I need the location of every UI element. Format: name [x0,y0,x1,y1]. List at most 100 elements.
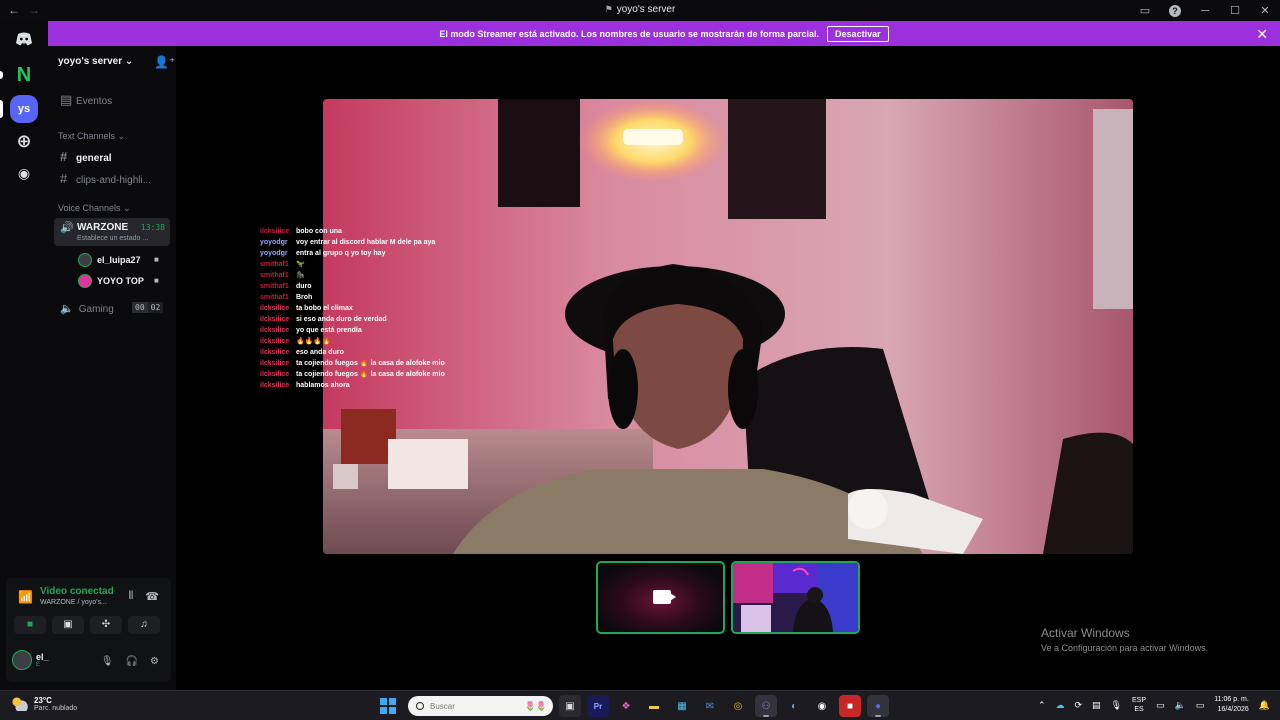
weather-widget[interactable]: 23°C Parc. nublado [12,696,77,712]
start-button[interactable] [380,698,396,714]
windows-activation-watermark: Activar Windows Ve a Configuración para … [1041,626,1208,653]
channel-general-label: general [76,153,112,164]
chat-message: yo que está prendía [296,327,362,334]
discord-home-icon[interactable] [10,25,38,53]
premiere-icon[interactable]: Pr [587,695,609,717]
close-window-button[interactable]: ✕ [1250,4,1280,17]
inbox-icon[interactable]: ▭ [1130,4,1160,17]
keyboard-layout: ES [1134,706,1144,713]
chat-message: 🦍 [296,272,305,279]
speaker-icon: 🔈 [60,303,74,315]
discover-icon[interactable]: ◉ [10,159,38,187]
server-icon-nb[interactable]: N [10,61,38,89]
watermark-title: Activar Windows [1041,626,1130,640]
voice-member[interactable]: el_luipa27 ■ [78,253,159,267]
obs-icon[interactable]: ◉ [811,695,833,717]
selected-pill [0,100,3,118]
server-name-header[interactable]: yoyo's server ⌄ [58,56,133,67]
maximize-button[interactable]: ☐ [1220,4,1250,17]
network-icon[interactable]: ▤ [1092,700,1101,711]
settings-gear-icon[interactable]: ⚙ [150,656,159,667]
avatar [78,253,92,267]
avatar [78,274,92,288]
chat-line: smithaf1 🦖 [260,259,445,270]
discord-taskbar-icon[interactable]: ● [867,695,889,717]
store-icon[interactable]: ▦ [671,695,693,717]
help-button[interactable]: ? [1160,4,1190,17]
server-icon-yoyo[interactable]: ys [10,95,38,123]
add-server-icon[interactable]: ⊕ [10,127,38,155]
voice-timer: 13:38 [140,223,165,232]
banner-close-icon[interactable]: ✕ [1256,26,1268,43]
screen-share-button[interactable]: ▣ [52,616,84,634]
chat-message: ta bobo el climax [296,305,353,312]
taskbar-search[interactable]: Buscar 🌷🌷 [408,696,553,716]
speaker-icon: 🔊 [60,222,74,234]
invite-people-icon[interactable]: 👤⁺ [154,55,175,69]
voice-channel-gaming[interactable]: 🔈 Gaming 00 02 [60,302,164,315]
banner-text: El modo Streamer está activado. Los nomb… [439,28,820,39]
events-item[interactable]: ▤ Eventos [60,92,112,108]
deactivate-button[interactable]: Desactivar [827,25,889,42]
stream-chat-overlay: ilcksilice bobo con una yoyodgr voy entrar… [260,226,445,391]
user-limit: 02 [147,302,164,313]
chat-user: ilcksilice [260,371,290,378]
signal-icon: 📶 [18,590,33,604]
task-view-icon[interactable]: ▣ [559,695,581,717]
category-voice-channels[interactable]: Voice Channels ⌄ [58,203,131,214]
copilot-icon[interactable]: ❖ [615,695,637,717]
microphone-tray-icon[interactable]: 🎙 [1111,700,1122,711]
noise-suppression-icon[interactable]: ⦀ [128,590,133,603]
hash-icon: # [60,149,68,164]
events-label: Eventos [76,96,113,107]
chat-line: ilcksilice si eso anda duro de verdad [260,314,445,325]
soundboard-button[interactable]: ♫ [128,616,160,634]
user-panel[interactable]: el_ E [12,650,49,670]
chat-line: ilcksilice eso anda duro [260,347,445,358]
window-title-text: yoyo's server [616,4,676,15]
chat-message: bobo con una [296,228,342,235]
teams-icon[interactable]: ⚇ [755,695,777,717]
voice-channel-warzone[interactable]: 🔊 WARZONE 13:38 Establece un estado ... [54,218,170,246]
battery-icon[interactable]: ▭ [1196,700,1205,711]
search-placeholder: Buscar [430,701,455,711]
category-text-channels[interactable]: Text Channels ⌄ [58,131,125,142]
channel-general[interactable]: # general [60,149,112,164]
video-stage: ilcksilice bobo con una yoyodgr voy entrar… [176,46,1280,690]
participant-tile-camera-off[interactable] [596,561,725,634]
participant-tile-video[interactable] [731,561,860,634]
onedrive-icon[interactable]: ☁ [1056,700,1065,711]
volume-icon[interactable]: 🔈 [1175,700,1186,711]
chevron-up-icon[interactable]: ⌃ [1038,700,1046,711]
member-name: el_luipa27 [97,255,141,265]
activities-button[interactable]: ✣ [90,616,122,634]
voice-status-subtitle[interactable]: WARZONE / yoyo's... [40,599,107,606]
record-icon[interactable]: ■ [839,695,861,717]
camera-button[interactable]: ■ [14,616,46,634]
headphones-icon[interactable]: 🎧 [126,656,138,667]
edge-icon[interactable]: ◐ [783,695,805,717]
chrome-icon[interactable]: ◎ [727,695,749,717]
clock[interactable]: 11:06 p. m. 16/4/2026 [1214,695,1249,715]
channel-clips[interactable]: # clips-and-highli... [60,171,151,186]
server-icon: ⚑ [604,4,613,14]
display-icon[interactable]: ▭ [1156,700,1165,711]
chat-line: ilcksilice bobo con una [260,226,445,237]
chat-user: smithaf1 [260,283,289,290]
chat-user: ilcksilice [260,338,290,345]
notifications-icon[interactable]: 🔔 [1259,700,1270,711]
user-status: E [36,662,41,668]
microphone-icon[interactable]: 🎙 [101,656,114,667]
mail-icon[interactable]: ✉ [699,695,721,717]
sync-icon[interactable]: ⟳ [1075,700,1083,711]
voice-status-title: Video conectad [40,586,114,597]
minimize-button[interactable]: ─ [1190,5,1220,17]
chat-message: eso anda duro [296,349,344,356]
disconnect-icon[interactable]: ☎ [145,590,159,603]
chat-user: ilcksilice [260,360,290,367]
chat-message: Broh [296,294,313,301]
voice-member[interactable]: YOYO TOP ■ [78,274,159,288]
file-explorer-icon[interactable]: ▬ [643,695,665,717]
language-indicator[interactable]: ESP ES [1132,696,1146,714]
taskbar-apps: Buscar 🌷🌷 ▣ Pr ❖ ▬ ▦ ✉ ◎ ⚇ ◐ ◉ ■ ● [380,695,889,717]
